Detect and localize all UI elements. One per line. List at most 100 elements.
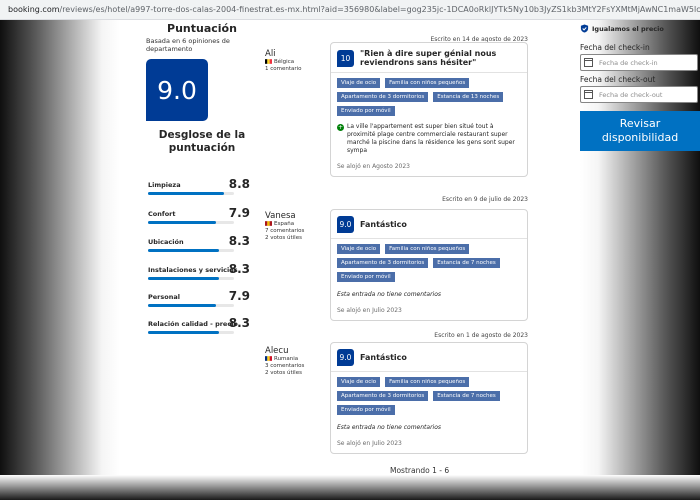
review-tag: Viaje de ocio [337,244,381,254]
url-host: booking.com [8,5,60,14]
review-title: Fantástico [360,353,407,362]
country-flag-icon [265,356,272,361]
stay-date: Se alojó en Julio 2023 [337,307,402,314]
review-header: 9.0 Fantástico [331,343,527,372]
positive-comment: + La ville l'appartement est super bien s… [331,120,527,155]
category-bar [148,304,234,307]
reviewer-info: Ali Bélgica 1 comentario [265,49,302,73]
review-date: Escrito en 1 de agosto de 2023 [434,332,528,339]
review-header: 9.0 Fantástico [331,210,527,239]
browser-url-bar[interactable]: booking.com/reviews/es/hotel/a997-torre-… [0,0,700,20]
category-value: 7.9 [228,206,250,220]
review-title: Fantástico [360,220,407,229]
positive-text: La ville l'appartement est super bien si… [347,123,515,154]
review-tag: Enviado por móvil [337,405,395,415]
review-tag: Estancia de 13 noches [433,92,504,102]
checkin-label: Fecha del check-in [580,43,650,52]
checkin-placeholder: Fecha de check-in [599,58,658,67]
reviewer-stat: 7 comentarios [265,228,305,234]
category-label: Ubicación [148,238,184,246]
reviewer-stat: 2 votos útiles [265,235,302,241]
category-bar-fill [148,192,224,195]
category-label: Confort [148,210,176,218]
review-tag: Apartamento de 3 dormitorios [337,391,429,401]
category-label: Instalaciones y servicios [148,266,238,274]
review-tag: Apartamento de 3 dormitorios [337,92,429,102]
review-card: 9.0 Fantástico Viaje de ocio Familia con ni… [330,209,528,321]
review-header: 10 "Rien à dire super génial nous reviend… [331,43,527,73]
review-tag: Enviado por móvil [337,106,395,116]
review-tag: Familia con niños pequeños [385,377,470,387]
breakdown-title: Desglose de la puntuación [158,129,246,154]
review-score-badge: 9.0 [337,349,354,366]
category-bar-fill [148,304,216,307]
price-match-text: Igualamos el precio [592,24,664,33]
category-bar [148,192,234,195]
reviewer-name: Ali [265,49,276,59]
review-tags: Viaje de ocio Familia con niños pequeños A… [331,372,527,419]
reviewer-name: Vanesa [265,211,296,221]
review-tags: Viaje de ocio Familia con niños pequeños A… [331,73,527,120]
reviewer-country: España [274,221,295,227]
country-flag-icon [265,59,272,64]
category-value: 8.8 [228,177,250,191]
reviewer-stat: 3 comentarios [265,363,305,369]
overall-score-badge: 9.0 [146,59,208,121]
category-bar-fill [148,249,220,252]
reviewer-country: Rumania [274,356,299,362]
checkout-label: Fecha del check-out [580,75,656,84]
category-value: 8.3 [228,316,250,330]
category-bar [148,277,234,280]
no-comment-text: Esta entrada no tiene comentarios [337,424,441,431]
category-value: 7.9 [228,289,250,303]
category-bar [148,221,234,224]
plus-icon: + [337,123,344,131]
category-bar [148,331,234,334]
review-tag: Estancia de 7 noches [433,258,500,268]
bottom-dark-gradient [0,475,700,500]
url-path: /reviews/es/hotel/a997-torre-dos-calas-2… [59,5,700,14]
review-tag: Apartamento de 3 dormitorios [337,258,429,268]
category-value: 8.3 [228,234,250,248]
checkout-field[interactable]: Fecha de check-out [580,86,698,103]
reviewer-name: Alecu [265,346,289,356]
booking-reviews-page: Puntuación Basada en 6 opiniones de depa… [0,20,700,500]
booking-panel: Igualamos el precio Fecha del check-in F… [580,20,700,151]
shield-check-icon [580,24,589,33]
country-flag-icon [265,221,272,226]
review-tag: Enviado por móvil [337,272,395,282]
reviewer-country: Bélgica [274,59,295,65]
score-title: Puntuación [167,22,237,35]
category-bar-fill [148,277,220,280]
reviewer-stat: 1 comentario [265,66,302,72]
pagination-info: Mostrando 1 - 6 [390,466,450,475]
stay-date: Se alojó en Julio 2023 [337,440,402,447]
check-availability-button[interactable]: Revisar disponibilidad [580,111,700,151]
checkout-placeholder: Fecha de check-out [599,90,663,99]
score-panel: Puntuación Basada en 6 opiniones de depa… [146,20,258,334]
stay-date: Se alojó en Agosto 2023 [337,163,410,170]
review-tag: Viaje de ocio [337,78,381,88]
reviewer-stat: 2 votos útiles [265,370,302,376]
category-bar [148,249,234,252]
left-dark-gradient [0,20,120,500]
checkin-field[interactable]: Fecha de check-in [580,54,698,71]
reviewer-info: Vanesa España 7 comentarios 2 votos útiles [265,211,304,242]
price-match[interactable]: Igualamos el precio [580,24,700,33]
category-label: Personal [148,293,180,301]
calendar-icon [584,58,593,67]
category-value: 8.3 [228,262,250,276]
reviewer-info: Alecu Rumania 3 comentarios 2 votos útiles [265,346,304,377]
review-tag: Estancia de 7 noches [433,391,500,401]
review-title: "Rien à dire super génial nous reviendro… [360,49,497,67]
review-card: 10 "Rien à dire super génial nous reviend… [330,42,528,177]
category-bar-fill [148,331,220,334]
no-comment-text: Esta entrada no tiene comentarios [337,291,441,298]
review-tag: Familia con niños pequeños [385,244,470,254]
review-tag: Familia con niños pequeños [385,78,470,88]
calendar-icon [584,90,593,99]
review-date: Escrito en 9 de julio de 2023 [442,196,528,203]
review-score-badge: 9.0 [337,216,354,233]
category-bar-fill [148,221,216,224]
category-label: Limpieza [148,181,181,189]
